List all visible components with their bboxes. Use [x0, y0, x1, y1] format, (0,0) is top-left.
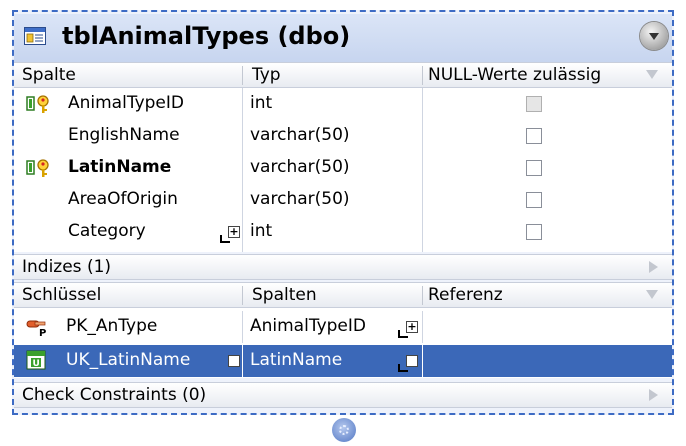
header-separator[interactable] [422, 66, 423, 85]
columns-header: Spalte Typ NULL-Werte zulässig [14, 62, 672, 88]
column-row-englishname[interactable]: EnglishName varchar(50) [14, 120, 672, 152]
column-type: varchar(50) [250, 125, 350, 145]
primary-key-icon: P [26, 320, 46, 337]
nullable-checkbox[interactable] [526, 128, 542, 144]
collapse-button[interactable] [640, 22, 668, 50]
move-handle-icon[interactable] [332, 418, 356, 442]
check-constraints-section-header[interactable]: Check Constraints (0) [14, 382, 672, 408]
column-divider [422, 345, 423, 377]
column-divider [242, 345, 243, 377]
header-schluessel[interactable]: Schlüssel [22, 285, 101, 305]
key-columns: AnimalTypeID [250, 316, 366, 336]
connector-arrow-icon [398, 364, 408, 372]
indexes-label: Indizes (1) [22, 257, 112, 277]
header-spalte[interactable]: Spalte [22, 65, 76, 85]
key-name: UK_LatinName [66, 350, 191, 370]
svg-text:P: P [39, 328, 46, 337]
nullable-checkbox[interactable] [526, 192, 542, 208]
column-name: AreaOfOrigin [68, 189, 178, 209]
header-separator[interactable] [242, 286, 243, 305]
nullable-checkbox[interactable] [526, 96, 542, 112]
nullable-checkbox[interactable] [526, 224, 542, 240]
sort-triangle-icon[interactable] [646, 290, 658, 299]
svg-text:U: U [33, 359, 40, 369]
column-row-latinname[interactable]: LatinName varchar(50) [14, 152, 672, 184]
keys-header: Schlüssel Spalten Referenz [14, 282, 672, 308]
column-type: int [250, 93, 273, 113]
column-name: Category [68, 221, 146, 241]
column-type: varchar(50) [250, 189, 350, 209]
connector-arrow-icon [398, 330, 408, 338]
key-row-uk-latinname[interactable]: U UK_LatinName LatinName [14, 345, 672, 377]
unique-key-icon [26, 159, 49, 177]
primary-unique-key-icon [26, 95, 49, 113]
key-name: PK_AnType [66, 316, 158, 336]
column-type: int [250, 221, 273, 241]
header-separator[interactable] [242, 66, 243, 85]
expand-triangle-icon[interactable] [649, 389, 658, 401]
header-referenz[interactable]: Referenz [428, 285, 503, 305]
header-spalten[interactable]: Spalten [252, 285, 317, 305]
table-icon [24, 27, 46, 45]
expand-triangle-icon[interactable] [649, 261, 658, 273]
header-typ[interactable]: Typ [252, 65, 281, 85]
nullable-checkbox[interactable] [526, 160, 542, 176]
key-row-pk-antype[interactable]: P PK_AnType AnimalTypeID [14, 311, 672, 343]
column-row-areaoforigin[interactable]: AreaOfOrigin varchar(50) [14, 184, 672, 216]
header-separator[interactable] [422, 286, 423, 305]
column-row-category[interactable]: Category int [14, 216, 672, 248]
check-constraints-label: Check Constraints (0) [22, 385, 207, 405]
add-column-plus-icon[interactable] [228, 355, 240, 367]
table-title: tblAnimalTypes (dbo) [62, 22, 351, 50]
column-type: varchar(50) [250, 157, 350, 177]
column-divider [422, 311, 423, 343]
column-name: EnglishName [68, 125, 180, 145]
connector-arrow-icon [220, 235, 230, 243]
column-row-animaltypeid[interactable]: AnimalTypeID int [14, 88, 672, 120]
unique-key-icon: U [26, 350, 46, 370]
indexes-section-header[interactable]: Indizes (1) [14, 254, 672, 280]
sort-triangle-icon[interactable] [646, 70, 658, 79]
key-columns: LatinName [250, 350, 343, 370]
header-null-values[interactable]: NULL-Werte zulässig [428, 65, 601, 85]
column-name: AnimalTypeID [68, 93, 184, 113]
column-name: LatinName [68, 157, 172, 177]
column-divider [242, 311, 243, 343]
